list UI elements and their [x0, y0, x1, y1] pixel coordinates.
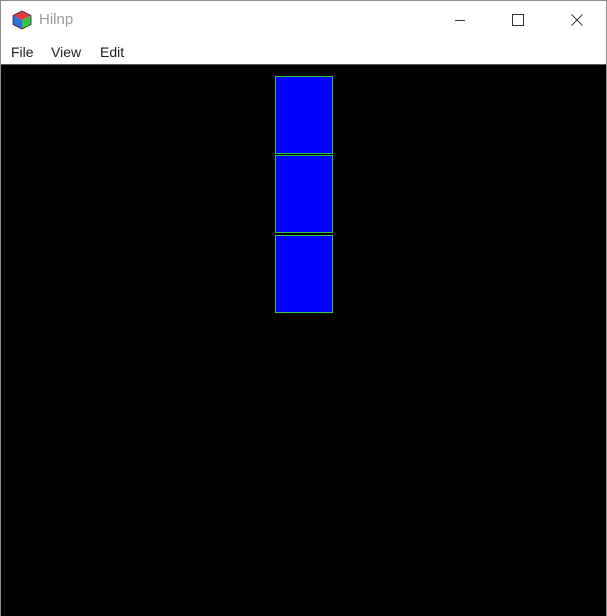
app-window: Hilnp File View Edit [0, 0, 607, 616]
minimize-icon [455, 20, 465, 21]
menu-file[interactable]: File [11, 43, 34, 61]
close-icon [571, 14, 583, 26]
maximize-button[interactable] [489, 1, 547, 39]
title-bar[interactable]: Hilnp [1, 1, 606, 39]
menu-edit[interactable]: Edit [100, 43, 124, 61]
blue-block-top [275, 76, 333, 154]
menu-view[interactable]: View [51, 43, 81, 61]
blue-block-middle [275, 155, 333, 233]
window-title: Hilnp [39, 11, 74, 28]
close-button[interactable] [548, 1, 606, 39]
maximize-icon [512, 14, 524, 26]
app-cube-icon [12, 10, 32, 30]
render-canvas[interactable] [1, 64, 606, 616]
menu-bar: File View Edit [1, 39, 606, 63]
minimize-button[interactable] [431, 1, 489, 39]
blue-block-bottom [275, 235, 333, 313]
